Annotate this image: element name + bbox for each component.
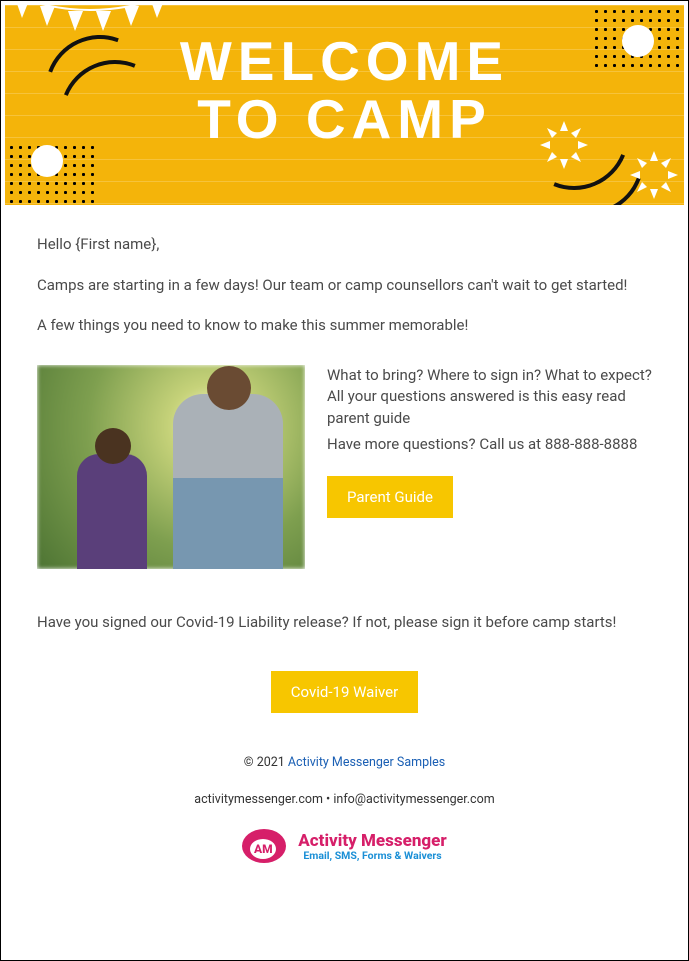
footer: © 2021 Activity Messenger Samples activi… [5, 739, 684, 867]
footer-logo: AM Activity Messenger Email, SMS, Forms … [5, 829, 684, 867]
hero-title-line2: TO CAMP [5, 91, 684, 149]
parent-child-photo [37, 365, 305, 569]
greeting-text: Hello {First name}, [37, 233, 652, 256]
footer-separator: • [323, 792, 333, 807]
parent-guide-button[interactable]: Parent Guide [327, 476, 453, 518]
hero-banner: WELCOME TO CAMP [5, 5, 684, 205]
hero-title-line1: WELCOME [180, 30, 509, 92]
copyright-line: © 2021 Activity Messenger Samples [5, 755, 684, 770]
footer-email: info@activitymessenger.com [333, 792, 494, 807]
logo-text: Activity Messenger Email, SMS, Forms & W… [298, 833, 446, 863]
waiver-button-row: Covid-19 Waiver [5, 633, 684, 739]
logo-subtitle: Email, SMS, Forms & Waivers [298, 850, 446, 863]
parent-guide-section: What to bring? Where to sign in? What to… [37, 365, 652, 569]
guide-contact: Have more questions? Call us at 888-888-… [327, 434, 652, 456]
circle-icon [31, 145, 63, 177]
footer-site: activitymessenger.com [194, 792, 323, 807]
logo-title: Activity Messenger [298, 833, 446, 850]
hero-title: WELCOME TO CAMP [5, 5, 684, 149]
intro-section: Hello {First name}, Camps are starting i… [5, 205, 684, 337]
org-link[interactable]: Activity Messenger Samples [288, 755, 445, 770]
contact-line: activitymessenger.com • info@activitymes… [5, 792, 684, 807]
guide-description: What to bring? Where to sign in? What to… [327, 365, 652, 430]
email-container: WELCOME TO CAMP Hello {First name}, Camp… [5, 5, 684, 867]
waiver-text: Have you signed our Covid-19 Liability r… [37, 611, 652, 634]
parent-guide-text: What to bring? Where to sign in? What to… [327, 365, 652, 518]
waiver-section: Have you signed our Covid-19 Liability r… [5, 593, 684, 634]
sun-icon [624, 145, 684, 205]
copyright-prefix: © 2021 [244, 755, 288, 770]
email-template: WELCOME TO CAMP Hello {First name}, Camp… [0, 0, 689, 961]
speech-bubble-icon: AM [242, 829, 288, 867]
intro-paragraph: Camps are starting in a few days! Our te… [37, 274, 652, 297]
intro-paragraph: A few things you need to know to make th… [37, 314, 652, 337]
covid-waiver-button[interactable]: Covid-19 Waiver [271, 671, 418, 713]
